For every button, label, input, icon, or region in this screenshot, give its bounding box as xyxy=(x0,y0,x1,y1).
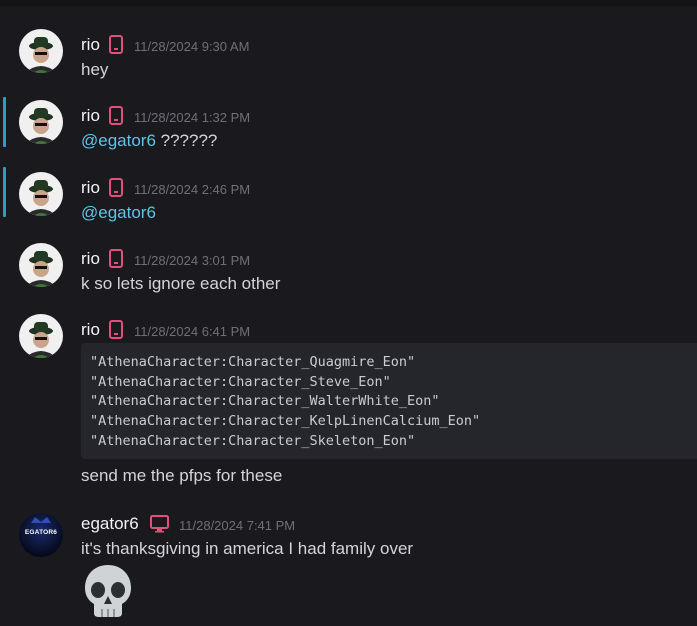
desktop-icon xyxy=(150,515,169,534)
code-line: "AthenaCharacter:Character_KelpLinenCalc… xyxy=(90,413,481,429)
avatar[interactable] xyxy=(19,243,63,287)
user-mention[interactable]: @egator6 xyxy=(81,131,156,150)
message-item[interactable]: rio 11/28/2024 3:01 PM k so lets ignore … xyxy=(0,221,697,293)
timestamp[interactable]: 11/28/2024 7:41 PM xyxy=(179,518,295,533)
top-divider xyxy=(0,0,697,6)
message-item[interactable]: rio 11/28/2024 2:46 PM @egator6 xyxy=(0,150,697,222)
author-name[interactable]: rio xyxy=(81,35,100,55)
avatar[interactable] xyxy=(19,29,63,73)
code-line: "AthenaCharacter:Character_Skeleton_Eon" xyxy=(90,433,416,449)
code-line: "AthenaCharacter:Character_Steve_Eon" xyxy=(90,374,391,390)
user-mention[interactable]: @egator6 xyxy=(81,203,156,222)
message-text: it's thanksgiving in america I had famil… xyxy=(81,539,414,558)
avatar[interactable] xyxy=(19,314,63,358)
author-name[interactable]: rio xyxy=(81,249,100,269)
code-block[interactable]: "AthenaCharacter:Character_Quagmire_Eon"… xyxy=(81,343,697,459)
mobile-icon xyxy=(108,106,124,125)
message-text: send me the pfps for these xyxy=(81,466,283,485)
timestamp[interactable]: 11/28/2024 3:01 PM xyxy=(134,253,250,268)
mobile-icon xyxy=(108,35,124,54)
skull-emoji[interactable] xyxy=(82,563,134,619)
code-line: "AthenaCharacter:Character_WalterWhite_E… xyxy=(90,393,440,409)
author-name[interactable]: rio xyxy=(81,106,100,126)
avatar[interactable] xyxy=(19,100,63,144)
code-line: "AthenaCharacter:Character_Quagmire_Eon" xyxy=(90,354,416,370)
message-text-rest: ?????? xyxy=(155,131,218,150)
message-text: k so lets ignore each other xyxy=(81,274,281,293)
timestamp[interactable]: 11/28/2024 2:46 PM xyxy=(134,182,250,197)
message-item[interactable]: rio 11/28/2024 1:32 PM @egator6 ?????? xyxy=(0,78,697,150)
message-item[interactable]: rio 11/28/2024 9:30 AM hey xyxy=(0,7,697,79)
avatar[interactable]: EGATOR6 xyxy=(19,513,63,557)
message-text: hey xyxy=(81,60,109,79)
author-name[interactable]: egator6 xyxy=(81,514,139,534)
avatar[interactable] xyxy=(19,172,63,216)
author-name[interactable]: rio xyxy=(81,178,100,198)
mention-highlight-bar xyxy=(3,97,6,147)
timestamp[interactable]: 11/28/2024 6:41 PM xyxy=(134,324,250,339)
mobile-icon xyxy=(108,320,124,339)
mobile-icon xyxy=(108,178,124,197)
message-text: @egator6 ?????? xyxy=(81,131,217,151)
mention-highlight-bar xyxy=(3,167,6,217)
message-text: @egator6 xyxy=(81,203,156,223)
mobile-icon xyxy=(108,249,124,268)
author-name[interactable]: rio xyxy=(81,320,100,340)
timestamp[interactable]: 11/28/2024 9:30 AM xyxy=(134,39,249,54)
timestamp[interactable]: 11/28/2024 1:32 PM xyxy=(134,110,250,125)
avatar-text: EGATOR6 xyxy=(24,529,58,536)
